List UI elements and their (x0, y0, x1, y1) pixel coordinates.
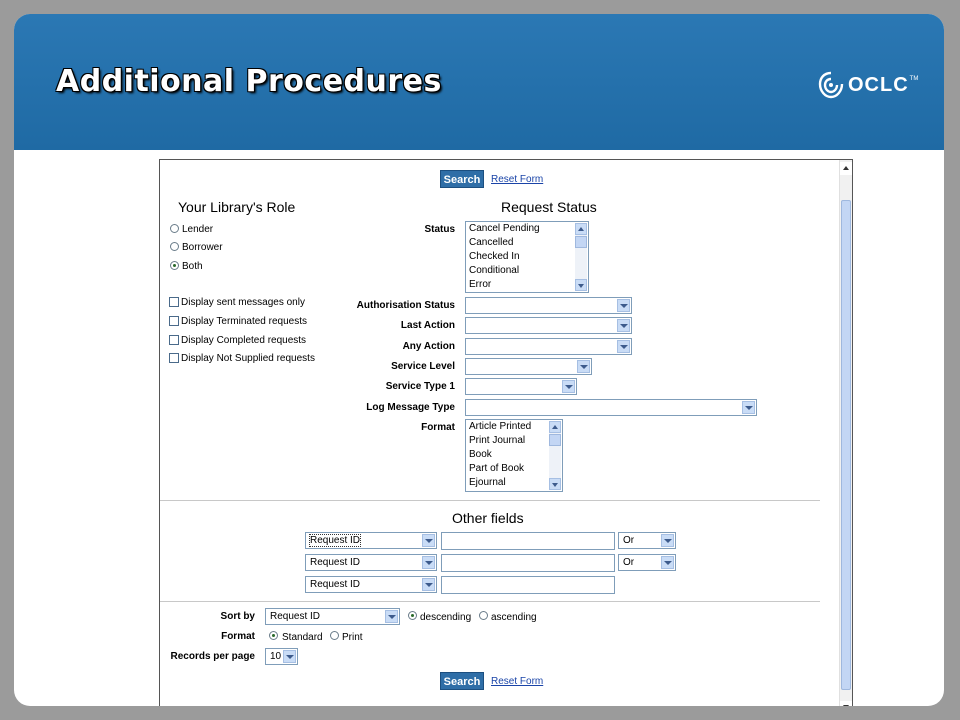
ascending-label: ascending (491, 612, 537, 623)
format-option[interactable]: Article Printed (466, 420, 562, 434)
chevron-down-icon (422, 534, 435, 547)
chevron-down-icon (422, 556, 435, 569)
format-option[interactable]: Book (466, 448, 562, 462)
service-type-select[interactable] (465, 378, 577, 395)
chevron-down-icon (577, 360, 590, 373)
operator-select-1[interactable]: Or (618, 532, 676, 549)
format-option[interactable]: Ejournal (466, 476, 562, 490)
request-search-form: Search Reset Form Your Library's Role Re… (159, 159, 853, 706)
operator-select-2[interactable]: Or (618, 554, 676, 571)
search-button-top[interactable]: Search (440, 170, 484, 188)
oclc-logo-icon (818, 71, 844, 99)
chevron-down-icon (617, 319, 630, 332)
lender-label: Lender (182, 224, 214, 235)
lender-radio[interactable] (170, 224, 179, 233)
format-listbox-scrollbar[interactable] (549, 421, 561, 490)
records-per-page-label: Records per page (170, 651, 255, 662)
chevron-down-icon (422, 578, 435, 591)
terminated-label: Display Terminated requests (181, 316, 307, 327)
slide: Additional Procedures OCLC TM Search Res… (14, 14, 944, 706)
descending-label: descending (420, 612, 472, 623)
authorisation-status-select[interactable] (465, 297, 632, 314)
print-radio[interactable] (330, 631, 339, 640)
oclc-logo-tm: TM (909, 76, 919, 82)
chevron-down-icon (742, 401, 755, 414)
both-label: Both (182, 261, 203, 272)
output-format-label: Format (221, 631, 255, 642)
borrower-label: Borrower (182, 242, 223, 253)
title-banner: Additional Procedures OCLC TM (14, 14, 944, 150)
other-field-input-3[interactable] (441, 576, 615, 594)
sort-by-label: Sort by (220, 611, 255, 622)
service-type-label: Service Type 1 (385, 381, 455, 392)
status-option[interactable]: Checked In (466, 250, 588, 264)
search-button-bottom[interactable]: Search (440, 672, 484, 690)
not-supplied-checkbox[interactable] (169, 353, 179, 363)
chevron-down-icon (617, 299, 630, 312)
records-per-page-select[interactable]: 10 (265, 648, 298, 665)
sent-messages-checkbox[interactable] (169, 297, 179, 307)
log-message-type-select[interactable] (465, 399, 757, 416)
oclc-logo-text: OCLC (848, 73, 909, 96)
status-listbox[interactable]: Cancel Pending Cancelled Checked In Cond… (465, 221, 589, 293)
other-field-input-1[interactable] (441, 532, 615, 550)
section-divider (160, 500, 820, 501)
reset-form-link-bottom[interactable]: Reset Form (491, 676, 543, 687)
both-radio[interactable] (170, 261, 179, 270)
terminated-checkbox[interactable] (169, 316, 179, 326)
borrower-radio[interactable] (170, 242, 179, 251)
not-supplied-label: Display Not Supplied requests (181, 353, 315, 364)
other-field-input-2[interactable] (441, 554, 615, 572)
status-option[interactable]: Error (466, 278, 588, 292)
scroll-up-icon[interactable] (840, 162, 852, 175)
authorisation-status-label: Authorisation Status (356, 300, 455, 311)
section-divider (160, 601, 820, 602)
sent-messages-label: Display sent messages only (181, 297, 305, 308)
any-action-label: Any Action (402, 341, 455, 352)
service-level-select[interactable] (465, 358, 592, 375)
oclc-logo: OCLC TM (818, 70, 918, 100)
slide-title: Additional Procedures (56, 64, 442, 99)
chevron-down-icon (617, 340, 630, 353)
status-label: Status (424, 224, 455, 235)
chevron-down-icon (661, 556, 674, 569)
descending-radio[interactable] (408, 611, 417, 620)
scroll-down-icon[interactable] (840, 701, 852, 706)
library-role-heading: Your Library's Role (178, 199, 296, 215)
completed-checkbox[interactable] (169, 335, 179, 345)
service-level-label: Service Level (391, 361, 455, 372)
status-option[interactable]: Cancelled (466, 236, 588, 250)
other-field-select-3[interactable]: Request ID (305, 576, 437, 593)
reset-form-link-top[interactable]: Reset Form (491, 174, 543, 185)
request-status-heading: Request Status (501, 199, 597, 215)
chevron-down-icon (283, 650, 296, 663)
ascending-radio[interactable] (479, 611, 488, 620)
chevron-down-icon (385, 610, 398, 623)
format-option[interactable]: Part of Book (466, 462, 562, 476)
other-fields-heading: Other fields (452, 510, 524, 526)
other-field-select-1[interactable]: Request ID (305, 532, 437, 549)
completed-label: Display Completed requests (181, 335, 307, 346)
chevron-down-icon (562, 380, 575, 393)
status-option[interactable]: Cancel Pending (466, 222, 588, 236)
log-message-type-label: Log Message Type (366, 402, 455, 413)
format-listbox[interactable]: Article Printed Print Journal Book Part … (465, 419, 563, 492)
status-listbox-scrollbar[interactable] (575, 223, 587, 291)
sort-by-select[interactable]: Request ID (265, 608, 400, 625)
other-field-select-2[interactable]: Request ID (305, 554, 437, 571)
last-action-select[interactable] (465, 317, 632, 334)
status-option[interactable]: Conditional (466, 264, 588, 278)
last-action-label: Last Action (400, 320, 455, 331)
print-label: Print (342, 632, 363, 643)
format-label: Format (421, 422, 455, 433)
chevron-down-icon (661, 534, 674, 547)
any-action-select[interactable] (465, 338, 632, 355)
format-option[interactable]: Print Journal (466, 434, 562, 448)
scrollbar-thumb[interactable] (841, 200, 851, 690)
page-scrollbar[interactable] (839, 160, 852, 706)
standard-label: Standard (282, 632, 323, 643)
standard-radio[interactable] (269, 631, 278, 640)
